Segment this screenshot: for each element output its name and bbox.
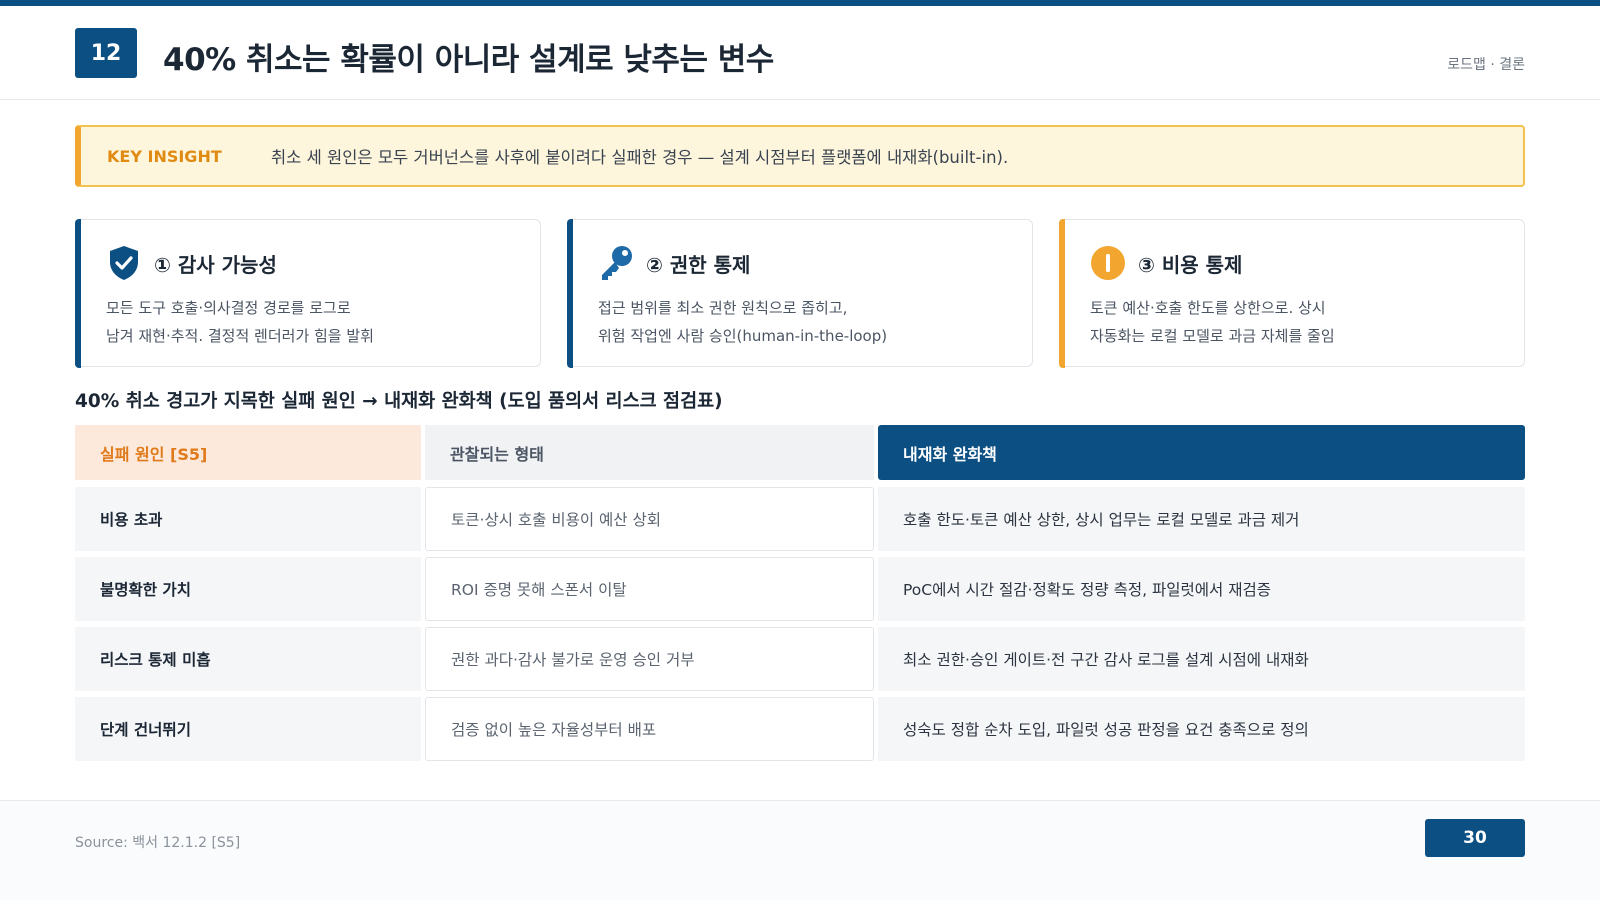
card-description: 접근 범위를 최소 권한 원칙으로 좁히고, 위험 작업엔 사람 승인(huma… <box>598 294 887 350</box>
card-auditability: ① 감사 가능성 모든 도구 호출·의사결정 경로를 로그로 남겨 재현·추적.… <box>74 218 541 368</box>
column-header-mitigation: 내재화 완화책 <box>878 425 1525 480</box>
table-cell-form: 권한 과다·감사 불가로 운영 승인 거부 <box>425 627 874 691</box>
slide-title: 40% 취소는 확률이 아니라 설계로 낮추는 변수 <box>163 42 774 78</box>
table-cell-mitigation: 성숙도 정합 순차 도입, 파일럿 성공 판정을 요건 충족으로 정의 <box>878 697 1525 761</box>
table-cell-form: 토큰·상시 호출 비용이 예산 상회 <box>425 487 874 551</box>
slide-number-badge: 12 <box>75 28 137 78</box>
card-line: 모든 도구 호출·의사결정 경로를 로그로 <box>106 299 351 317</box>
card-line: 위험 작업엔 사람 승인(human-in-the-loop) <box>598 327 888 345</box>
card-title: ① 감사 가능성 <box>154 252 277 277</box>
shield-check-icon <box>106 244 142 282</box>
alert-circle-icon <box>1090 244 1126 282</box>
card-line: 자동화는 로컬 모델로 과금 자체를 줄임 <box>1090 327 1335 345</box>
card-description: 토큰 예산·호출 한도를 상한으로. 상시 자동화는 로컬 모델로 과금 자체를… <box>1090 294 1335 350</box>
card-accent <box>566 218 573 368</box>
column-header-failure-cause: 실패 원인 [S5] <box>75 425 421 480</box>
table-cell-form: 검증 없이 높은 자율성부터 배포 <box>425 697 874 761</box>
card-description: 모든 도구 호출·의사결정 경로를 로그로 남겨 재현·추적. 결정적 렌더러가… <box>106 294 374 350</box>
card-accent <box>74 218 81 368</box>
table-cell-cause: 비용 초과 <box>75 487 421 551</box>
table-cell-mitigation: PoC에서 시간 절감·정확도 정량 측정, 파일럿에서 재검증 <box>878 557 1525 621</box>
risk-checklist-table: 실패 원인 [S5] 관찰되는 형태 내재화 완화책 비용 초과 토큰·상시 호… <box>75 425 1525 767</box>
key-insight-text: 취소 세 원인은 모두 거버넌스를 사후에 붙이려다 실패한 경우 — 설계 시… <box>271 148 1009 167</box>
table-cell-mitigation: 최소 권한·승인 게이트·전 구간 감사 로그를 설계 시점에 내재화 <box>878 627 1525 691</box>
key-icon <box>598 244 634 282</box>
table-heading: 40% 취소 경고가 지목한 실패 원인 → 내재화 완화책 (도입 품의서 리… <box>75 391 723 412</box>
card-cost-control: ③ 비용 통제 토큰 예산·호출 한도를 상한으로. 상시 자동화는 로컬 모델… <box>1058 218 1525 368</box>
card-line: 남겨 재현·추적. 결정적 렌더러가 힘을 발휘 <box>106 327 374 345</box>
table-cell-cause: 리스크 통제 미흡 <box>75 627 421 691</box>
card-access-control: ② 권한 통제 접근 범위를 최소 권한 원칙으로 좁히고, 위험 작업엔 사람… <box>566 218 1033 368</box>
section-label: 로드맵 · 결론 <box>1447 57 1525 73</box>
key-insight-label: KEY INSIGHT <box>107 146 222 166</box>
card-title: ③ 비용 통제 <box>1138 252 1243 277</box>
table-cell-cause: 불명확한 가치 <box>75 557 421 621</box>
page-number-badge: 30 <box>1425 819 1525 857</box>
column-header-observed-form: 관찰되는 형태 <box>425 425 874 480</box>
slide-header: 12 40% 취소는 확률이 아니라 설계로 낮추는 변수 로드맵 · 결론 <box>0 6 1600 100</box>
key-insight-box: KEY INSIGHT 취소 세 원인은 모두 거버넌스를 사후에 붙이려다 실… <box>75 125 1525 187</box>
table-row: 비용 초과 토큰·상시 호출 비용이 예산 상회 호출 한도·토큰 예산 상한,… <box>75 487 1525 557</box>
card-title: ② 권한 통제 <box>646 252 751 277</box>
card-line: 토큰 예산·호출 한도를 상한으로. 상시 <box>1090 299 1326 317</box>
table-cell-cause: 단계 건너뛰기 <box>75 697 421 761</box>
card-line: 접근 범위를 최소 권한 원칙으로 좁히고, <box>598 299 848 317</box>
table-row: 단계 건너뛰기 검증 없이 높은 자율성부터 배포 성숙도 정합 순차 도입, … <box>75 697 1525 767</box>
table-row: 불명확한 가치 ROI 증명 못해 스폰서 이탈 PoC에서 시간 절감·정확도… <box>75 557 1525 627</box>
table-row: 리스크 통제 미흡 권한 과다·감사 불가로 운영 승인 거부 최소 권한·승인… <box>75 627 1525 697</box>
source-citation: Source: 백서 12.1.2 [S5] <box>75 835 241 851</box>
table-header-row: 실패 원인 [S5] 관찰되는 형태 내재화 완화책 <box>75 425 1525 487</box>
card-accent <box>1058 218 1065 368</box>
slide-footer: Source: 백서 12.1.2 [S5] 30 <box>0 800 1600 900</box>
table-cell-mitigation: 호출 한도·토큰 예산 상한, 상시 업무는 로컬 모델로 과금 제거 <box>878 487 1525 551</box>
table-cell-form: ROI 증명 못해 스폰서 이탈 <box>425 557 874 621</box>
